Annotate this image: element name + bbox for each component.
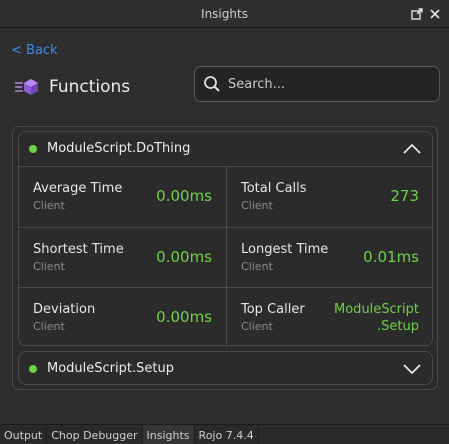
stat-label: Total Calls — [241, 181, 307, 196]
status-dot — [29, 365, 37, 373]
stat-total-calls: Total Calls Client 273 — [226, 167, 433, 227]
tab-output[interactable]: Output — [0, 425, 48, 444]
search-box[interactable] — [194, 66, 440, 102]
stat-shortest-time: Shortest Time Client 0.00ms — [19, 227, 226, 287]
stat-top-caller: Top Caller Client ModuleScript .Setup — [226, 287, 433, 347]
stat-average-time: Average Time Client 0.00ms — [19, 167, 226, 227]
search-input[interactable] — [228, 76, 428, 92]
search-icon — [204, 76, 220, 92]
stat-context: Client — [241, 320, 273, 333]
function-name: ModuleScript.DoThing — [47, 141, 191, 156]
function-card: ModuleScript.Setup — [18, 351, 433, 385]
function-card-header[interactable]: ModuleScript.Setup — [19, 352, 432, 386]
stat-context: Client — [241, 260, 273, 273]
chevron-down-icon[interactable] — [402, 362, 422, 376]
function-card-header[interactable]: ModuleScript.DoThing — [19, 132, 432, 166]
back-link[interactable]: < Back — [11, 43, 58, 58]
tab-insights[interactable]: Insights — [142, 425, 195, 444]
stat-value: 273 — [390, 187, 419, 205]
stat-label: Top Caller — [241, 302, 305, 317]
stat-value: 0.00ms — [156, 187, 212, 205]
stat-label: Average Time — [33, 181, 123, 196]
function-name: ModuleScript.Setup — [47, 361, 174, 376]
stat-value: 0.00ms — [156, 308, 212, 326]
tab-chop-debugger[interactable]: Chop Debugger — [47, 425, 143, 444]
stat-longest-time: Longest Time Client 0.01ms — [226, 227, 433, 287]
chevron-up-icon[interactable] — [402, 142, 422, 156]
window-titlebar: Insights — [0, 0, 449, 28]
stat-context: Client — [241, 199, 273, 212]
insights-panel: < Back Functions ModuleScript.DoThing — [0, 29, 449, 423]
stat-value: 0.00ms — [156, 248, 212, 266]
close-icon[interactable] — [428, 7, 442, 21]
top-caller-line2: .Setup — [377, 319, 419, 334]
top-caller-line1: ModuleScript — [334, 302, 419, 317]
stat-deviation: Deviation Client 0.00ms — [19, 287, 226, 347]
functions-icon — [15, 79, 38, 95]
stat-label: Deviation — [33, 302, 96, 317]
top-caller-link[interactable]: ModuleScript .Setup — [334, 301, 419, 335]
stat-label: Longest Time — [241, 242, 329, 257]
bottom-tab-bar: Output Chop Debugger Insights Rojo 7.4.4 — [0, 424, 449, 444]
page-title: Functions — [49, 77, 131, 97]
stats-grid: Average Time Client 0.00ms Total Calls C… — [19, 166, 433, 347]
stat-value: 0.01ms — [363, 248, 419, 266]
window-title: Insights — [201, 7, 248, 21]
tab-rojo[interactable]: Rojo 7.4.4 — [195, 425, 259, 444]
stat-label: Shortest Time — [33, 242, 124, 257]
stat-context: Client — [33, 320, 65, 333]
functions-list: ModuleScript.DoThing Average Time Client… — [12, 126, 438, 390]
stat-context: Client — [33, 260, 65, 273]
function-card: ModuleScript.DoThing Average Time Client… — [18, 131, 433, 347]
stat-context: Client — [33, 199, 65, 212]
status-dot — [29, 145, 37, 153]
undock-icon[interactable] — [410, 7, 424, 21]
page-heading: Functions — [14, 75, 130, 99]
